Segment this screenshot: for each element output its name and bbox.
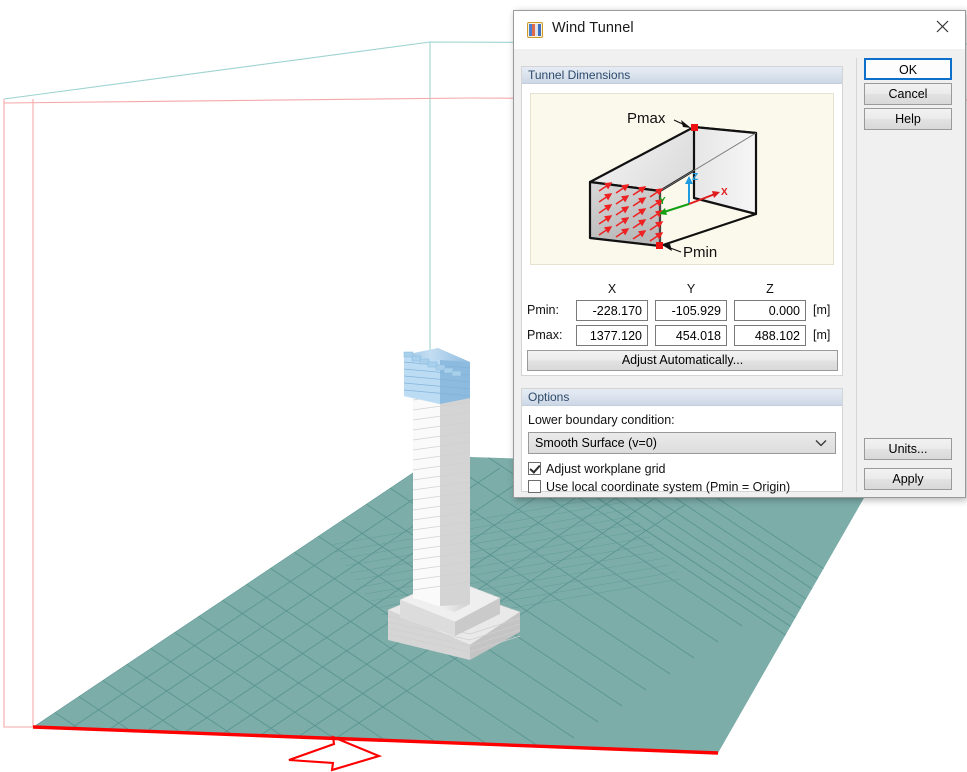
button-column-separator — [856, 58, 857, 492]
column-header-x: X — [607, 282, 617, 296]
checkbox-icon-unchecked[interactable] — [528, 480, 541, 493]
pmax-unit: [m] — [813, 328, 831, 342]
pmax-z-input[interactable] — [734, 325, 806, 346]
wind-tunnel-dialog[interactable]: Wind Tunnel Tunnel Dimensions Z X Y Pmax… — [513, 10, 966, 498]
lower-boundary-condition-select[interactable]: Smooth Surface (v=0) — [528, 432, 836, 454]
label-pmin: Pmin: — [527, 303, 559, 317]
pmax-label: Pmax — [627, 110, 666, 127]
group-title-tunnel-dimensions: Tunnel Dimensions — [522, 67, 842, 84]
pmin-x-input[interactable] — [576, 300, 648, 321]
chevron-down-icon — [815, 433, 827, 453]
dialog-titlebar[interactable]: Wind Tunnel — [514, 11, 965, 49]
checkbox-label-adjust-workplane-grid: Adjust workplane grid — [546, 462, 666, 476]
column-header-z: Z — [766, 282, 774, 296]
adjust-automatically-button[interactable]: Adjust Automatically... — [527, 350, 838, 371]
lower-boundary-value: Smooth Surface (v=0) — [535, 436, 657, 450]
wind-direction-arrow — [288, 735, 383, 772]
axis-label-z: Z — [692, 172, 698, 183]
apply-button[interactable]: Apply — [864, 468, 952, 490]
pmin-y-input[interactable] — [655, 300, 727, 321]
pmin-unit: [m] — [813, 303, 831, 317]
row-pmax: Pmax: [m] — [522, 325, 842, 346]
pmin-z-input[interactable] — [734, 300, 806, 321]
checkbox-icon-checked[interactable] — [528, 462, 541, 475]
tunnel-diagram-svg: Z X Y Pmax Pmin — [588, 110, 758, 261]
app-icon — [527, 22, 543, 38]
help-button[interactable]: Help — [864, 108, 952, 130]
checkbox-label-use-local-coordinate-system: Use local coordinate system (Pmin = Orig… — [546, 480, 791, 494]
pmax-y-input[interactable] — [655, 325, 727, 346]
group-title-options: Options — [522, 389, 842, 406]
pmin-marker — [656, 242, 663, 249]
group-tunnel-dimensions: Tunnel Dimensions Z X Y Pmax Pmin X Y Z … — [521, 66, 843, 376]
cancel-button[interactable]: Cancel — [864, 83, 952, 105]
pmax-x-input[interactable] — [576, 325, 648, 346]
group-options: Options Lower boundary condition: Smooth… — [521, 388, 843, 494]
axis-label-x: X — [721, 187, 728, 198]
close-x-glyph — [936, 20, 949, 32]
pmax-marker — [691, 124, 698, 131]
checkbox-use-local-coordinate-system[interactable]: Use local coordinate system (Pmin = Orig… — [528, 480, 790, 496]
row-pmin: Pmin: [m] — [522, 300, 842, 321]
close-icon[interactable] — [920, 11, 965, 41]
dialog-title: Wind Tunnel — [552, 20, 634, 36]
lower-boundary-label: Lower boundary condition: — [528, 413, 675, 427]
ok-button[interactable]: OK — [864, 58, 952, 80]
tunnel-diagram: Z X Y Pmax Pmin — [530, 93, 834, 265]
label-pmax: Pmax: — [527, 328, 563, 342]
checkbox-adjust-workplane-grid[interactable]: Adjust workplane grid — [528, 462, 666, 478]
units-button[interactable]: Units... — [864, 438, 952, 460]
column-header-y: Y — [686, 282, 696, 296]
pmin-label: Pmin — [683, 244, 717, 261]
coord-column-headers: X Y Z — [522, 282, 842, 298]
axis-label-y: Y — [659, 196, 666, 207]
